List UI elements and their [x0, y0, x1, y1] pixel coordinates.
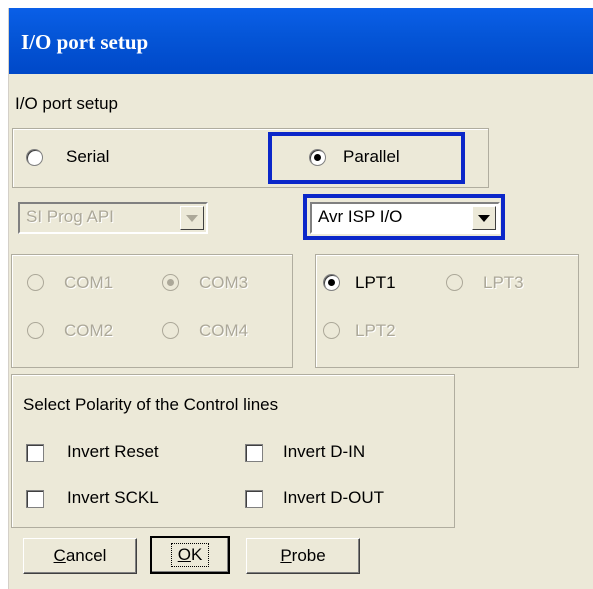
serial-radio[interactable]	[26, 149, 43, 166]
lpt1-label[interactable]: LPT1	[355, 273, 396, 293]
com4-label[interactable]: COM4	[199, 321, 248, 341]
parallel-radio[interactable]	[309, 149, 326, 166]
io-port-setup-dialog: I/O port setup I/O port setup Serial Par…	[8, 8, 593, 589]
lpt-ports-group	[315, 254, 579, 368]
parallel-label[interactable]: Parallel	[343, 147, 400, 167]
lpt2-label[interactable]: LPT2	[355, 321, 396, 341]
invert-dout-label[interactable]: Invert D-OUT	[283, 488, 384, 508]
com2-label[interactable]: COM2	[64, 321, 113, 341]
com2-radio[interactable]	[27, 322, 44, 339]
com3-radio[interactable]	[162, 274, 179, 291]
parallel-radio-dot	[314, 154, 321, 161]
chevron-down-icon[interactable]	[472, 206, 496, 230]
invert-dout-checkbox[interactable]	[245, 490, 263, 508]
com3-label[interactable]: COM3	[199, 273, 248, 293]
ok-button[interactable]: OK	[150, 536, 230, 574]
window-title: I/O port setup	[21, 30, 149, 54]
lpt1-radio-dot	[328, 279, 335, 286]
ok-button-focus: OK	[170, 543, 210, 567]
serial-programmer-dropdown[interactable]: SI Prog API	[18, 202, 208, 234]
serial-label[interactable]: Serial	[66, 147, 109, 167]
invert-reset-checkbox[interactable]	[26, 444, 44, 462]
com1-label[interactable]: COM1	[64, 273, 113, 293]
com1-radio[interactable]	[27, 274, 44, 291]
chevron-down-icon[interactable]	[180, 206, 204, 230]
cancel-button-accel: C	[53, 546, 66, 565]
com3-radio-dot	[167, 279, 174, 286]
lpt1-radio[interactable]	[323, 274, 340, 291]
ok-button-label: K	[190, 545, 203, 564]
probe-button-label: robe	[291, 546, 326, 565]
probe-button[interactable]: Probe	[246, 538, 360, 574]
invert-reset-label[interactable]: Invert Reset	[67, 442, 159, 462]
invert-sckl-label[interactable]: Invert SCKL	[67, 488, 159, 508]
lpt3-label[interactable]: LPT3	[483, 273, 524, 293]
polarity-title: Select Polarity of the Control lines	[23, 395, 279, 414]
com-ports-group	[11, 254, 293, 368]
invert-din-label[interactable]: Invert D-IN	[283, 442, 365, 462]
invert-sckl-checkbox[interactable]	[26, 490, 44, 508]
probe-button-accel: P	[280, 546, 292, 565]
lpt3-radio[interactable]	[446, 274, 463, 291]
com4-radio[interactable]	[162, 322, 179, 339]
title-bar[interactable]: I/O port setup	[9, 8, 593, 74]
dialog-heading: I/O port setup	[15, 94, 118, 113]
lpt2-radio[interactable]	[323, 322, 340, 339]
cancel-button[interactable]: Cancel	[23, 538, 137, 574]
parallel-programmer-dropdown[interactable]: Avr ISP I/O	[310, 202, 500, 234]
ok-button-accel: O	[177, 545, 191, 564]
invert-din-checkbox[interactable]	[245, 444, 263, 462]
cancel-button-label: ancel	[65, 546, 107, 565]
serial-programmer-value: SI Prog API	[26, 207, 114, 226]
parallel-programmer-value: Avr ISP I/O	[318, 207, 403, 226]
